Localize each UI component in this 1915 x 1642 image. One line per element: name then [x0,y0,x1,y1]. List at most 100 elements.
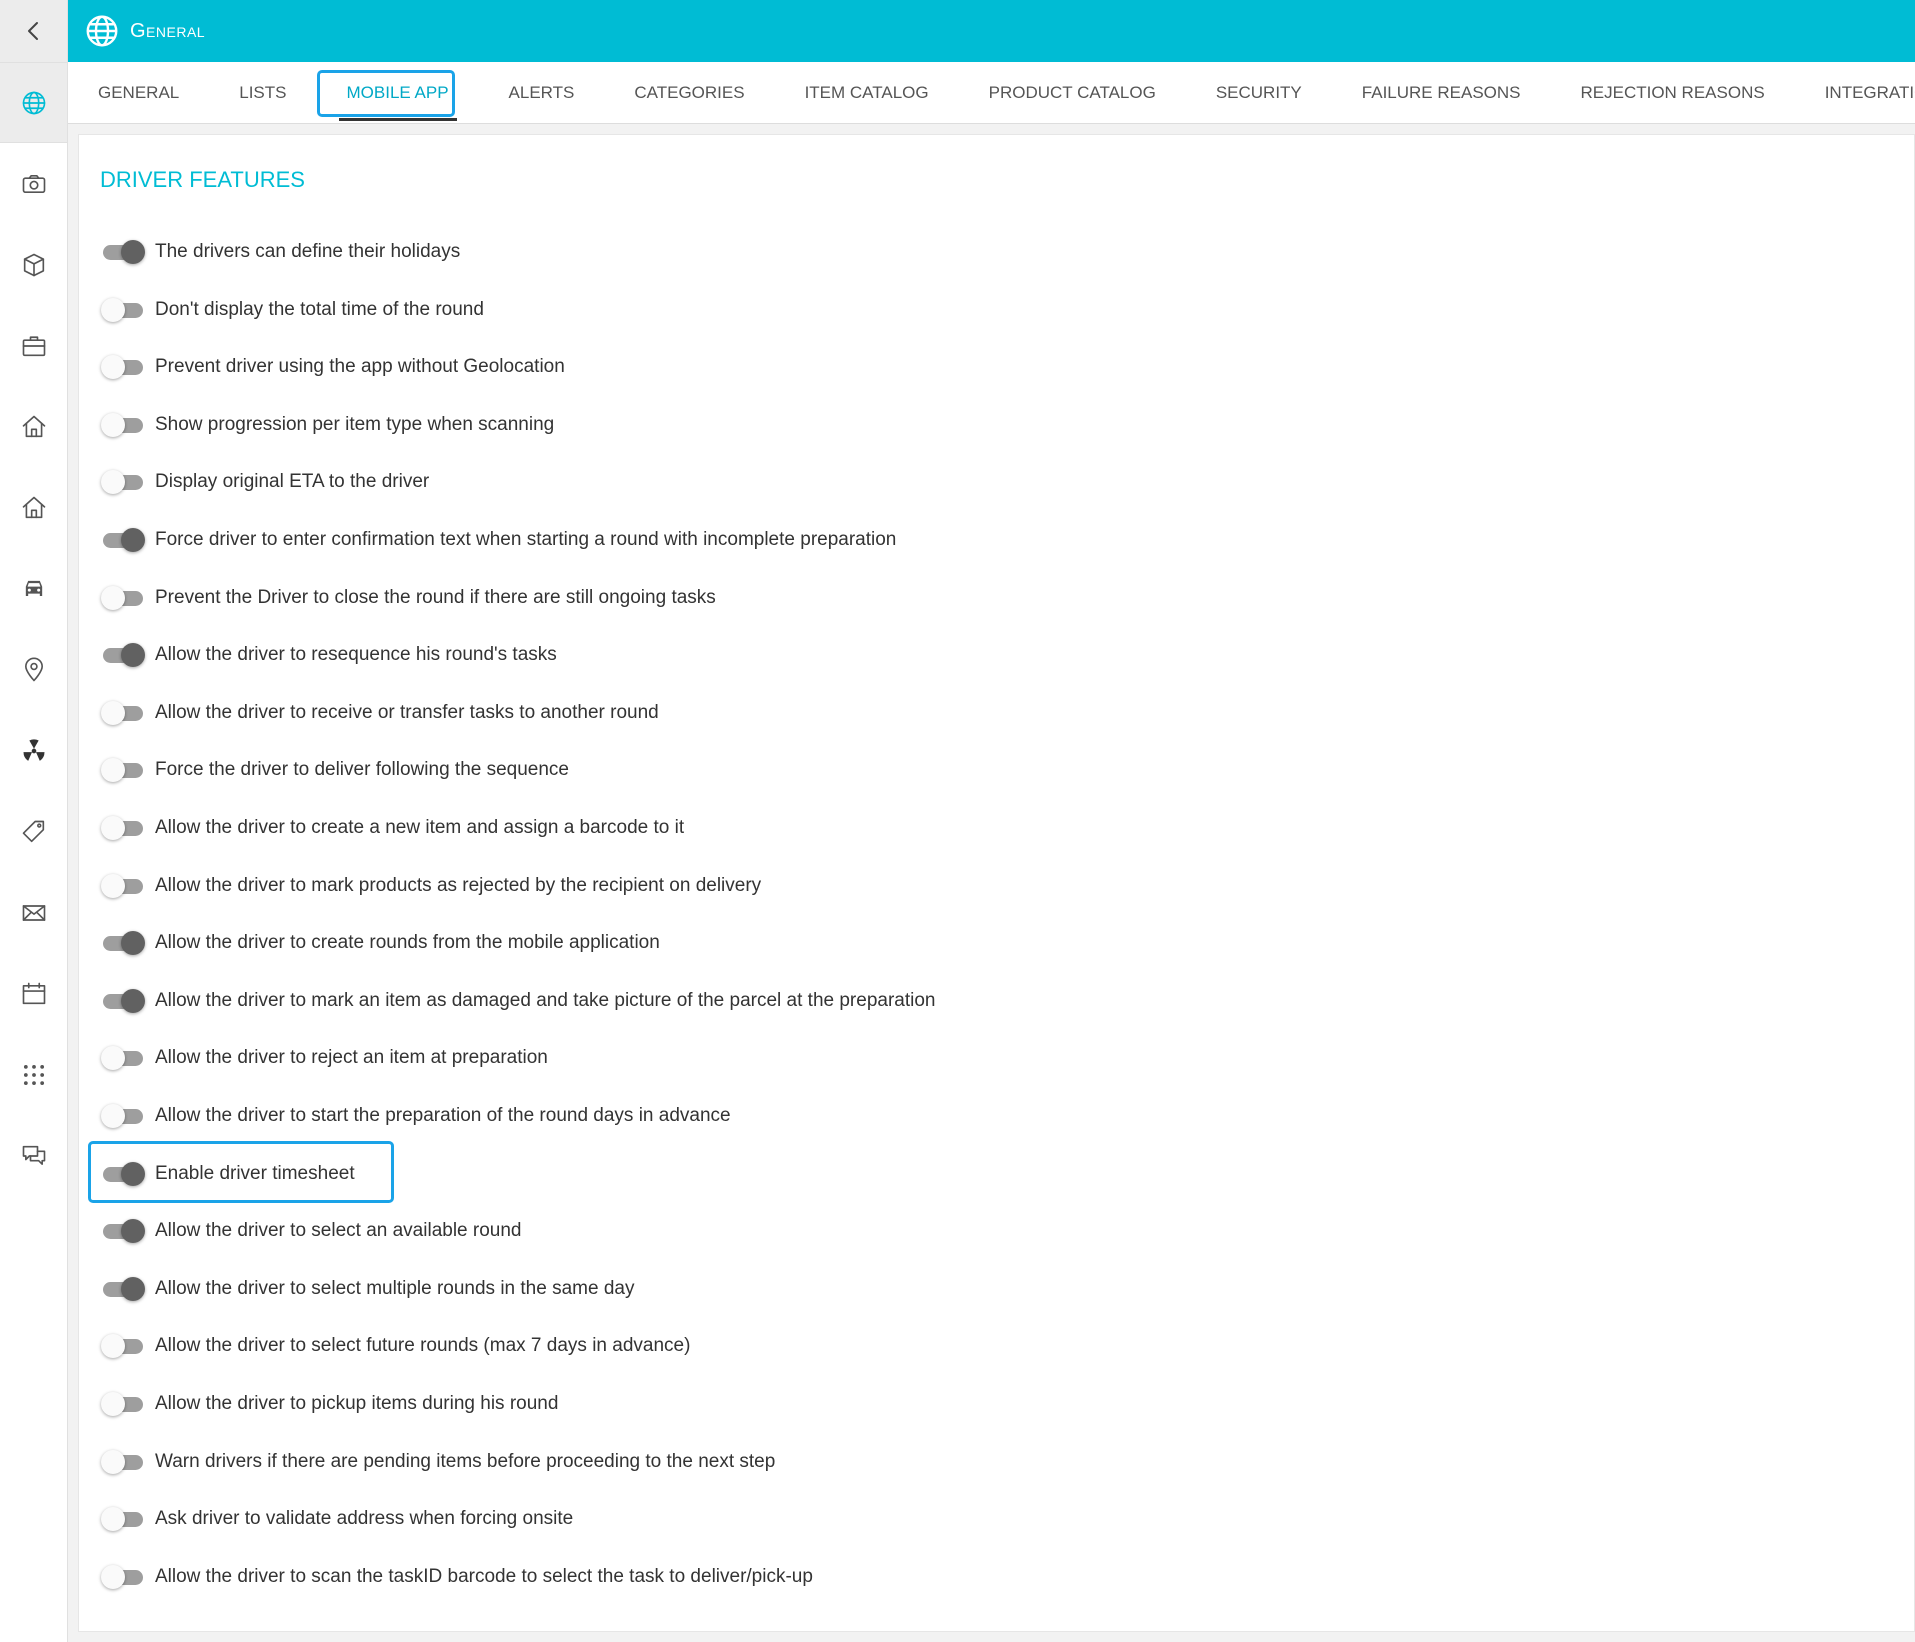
tab-product-catalog[interactable]: PRODUCT CATALOG [989,62,1156,123]
feature-label: Allow the driver to create a new item an… [155,817,685,838]
feature-toggle[interactable] [101,1507,145,1532]
toggle-knob [101,355,125,380]
tab-security[interactable]: SECURITY [1216,62,1302,123]
toggle-knob [101,412,125,437]
feature-toggle[interactable] [101,988,145,1013]
feature-toggle[interactable] [101,1104,145,1128]
feature-label: Allow the driver to create rounds from t… [155,932,660,954]
feature-toggle[interactable] [101,1392,145,1416]
feature-toggle[interactable] [101,1276,145,1301]
feature-label: Allow the driver to mark an item as dama… [155,989,936,1011]
feature-row: Force driver to enter confirmation text … [101,518,896,562]
feature-label: Allow the driver to scan the taskID barc… [155,1565,813,1587]
feature-toggle[interactable] [101,1449,145,1474]
feature-toggle[interactable] [101,758,145,783]
feature-label: Allow the driver to receive or transfer … [155,701,659,723]
feature-row: Allow the driver to create rounds from t… [101,921,660,965]
toggle-knob [101,1564,125,1589]
globe-icon [22,91,45,114]
feature-toggle[interactable] [101,1334,145,1359]
feature-toggle[interactable] [101,470,145,495]
feature-toggle[interactable] [101,1564,145,1589]
sidebar-item-camera[interactable] [0,143,67,224]
feature-toggle[interactable] [101,1161,145,1186]
tab-integrations[interactable]: INTEGRATIONS [1825,62,1915,123]
feature-toggle[interactable] [101,1046,145,1071]
sidebar [0,0,68,1642]
toggle-knob [121,1161,145,1186]
sidebar-item-home[interactable] [0,386,67,467]
feature-row: Allow the driver to receive or transfer … [101,691,659,735]
sidebar-item-locations[interactable] [0,629,67,710]
feature-row: Allow the driver to create a new item an… [101,806,684,850]
feature-toggle[interactable] [101,297,145,322]
warehouse-icon [22,496,45,518]
feature-toggle[interactable] [101,816,145,840]
sidebar-item-tags[interactable] [0,791,67,872]
feature-label: Allow the driver to pickup items during … [155,1393,559,1414]
feature-toggle[interactable] [101,412,145,437]
toggle-knob [101,873,125,898]
toggle-knob [101,585,125,610]
feature-row: Enable driver timesheet [101,1152,355,1196]
feature-toggle[interactable] [101,873,145,898]
feature-label: Allow the driver to mark products as rej… [155,874,762,896]
toggle-knob [101,297,125,322]
tab-mobile-app[interactable]: MOBILE APP [316,62,457,123]
feature-row: Allow the driver to mark an item as dama… [101,979,935,1023]
toggle-knob [101,1104,125,1128]
grid-dots-icon [23,1064,44,1085]
tab-item-catalog[interactable]: ITEM CATALOG [805,62,929,123]
tab-rejection-reasons[interactable]: REJECTION REASONS [1581,62,1765,123]
globe-icon [86,15,118,47]
home-icon [22,415,45,437]
tab-general[interactable]: GENERAL [98,62,179,123]
tab-alerts[interactable]: ALERTS [509,62,575,123]
feature-label: Allow the driver to select an available … [155,1220,522,1242]
sidebar-item-messages[interactable] [0,1115,67,1196]
feature-row: Allow the driver to select multiple roun… [101,1267,634,1311]
sidebar-item-vehicles[interactable] [0,548,67,629]
sidebar-item-apps[interactable] [0,1034,67,1115]
sidebar-item-warehouse[interactable] [0,467,67,548]
tab-categories[interactable]: CATEGORIES [634,62,744,123]
toggle-knob [101,1334,125,1359]
toggle-knob [121,240,145,264]
sidebar-item-briefcase[interactable] [0,305,67,386]
sidebar-item-box[interactable] [0,224,67,305]
feature-label: Prevent the Driver to close the round if… [155,586,716,608]
feature-row: Show progression per item type when scan… [101,403,554,447]
sidebar-item-mail[interactable] [0,872,67,953]
toggle-knob [101,1449,125,1474]
tag-icon [22,820,44,842]
toggle-knob [101,1507,125,1532]
toggle-knob [101,700,125,725]
page-title: General [130,19,206,42]
toggle-knob [101,816,125,840]
feature-toggle[interactable] [101,643,145,668]
feature-row: Prevent the Driver to close the round if… [101,576,716,620]
feature-label: Allow the driver to reject an item at pr… [155,1047,548,1069]
feature-toggle[interactable] [101,240,145,264]
feature-toggle[interactable] [101,700,145,725]
toggle-knob [121,643,145,668]
tab-lists[interactable]: LISTS [239,62,286,123]
feature-row: Allow the driver to select future rounds… [101,1324,690,1368]
sidebar-item-general[interactable] [0,62,67,143]
feature-toggle[interactable] [101,528,145,552]
settings-card: DRIVER FEATURES The drivers can define t… [78,134,1915,1632]
tab-failure-reasons[interactable]: FAILURE REASONS [1362,62,1521,123]
sidebar-item-hazard[interactable] [0,710,67,791]
feature-label: Show progression per item type when scan… [155,413,555,435]
feature-toggle[interactable] [101,585,145,610]
toggle-knob [101,470,125,495]
feature-toggle[interactable] [101,1219,145,1244]
sidebar-item-calendar[interactable] [0,953,67,1034]
feature-label: Enable driver timesheet [155,1162,355,1184]
back-button[interactable] [0,0,67,62]
feature-toggle[interactable] [101,355,145,380]
feature-row: Allow the driver to reject an item at pr… [101,1036,548,1080]
mail-icon [22,904,45,921]
section-title: DRIVER FEATURES [100,167,305,192]
feature-toggle[interactable] [101,931,145,956]
